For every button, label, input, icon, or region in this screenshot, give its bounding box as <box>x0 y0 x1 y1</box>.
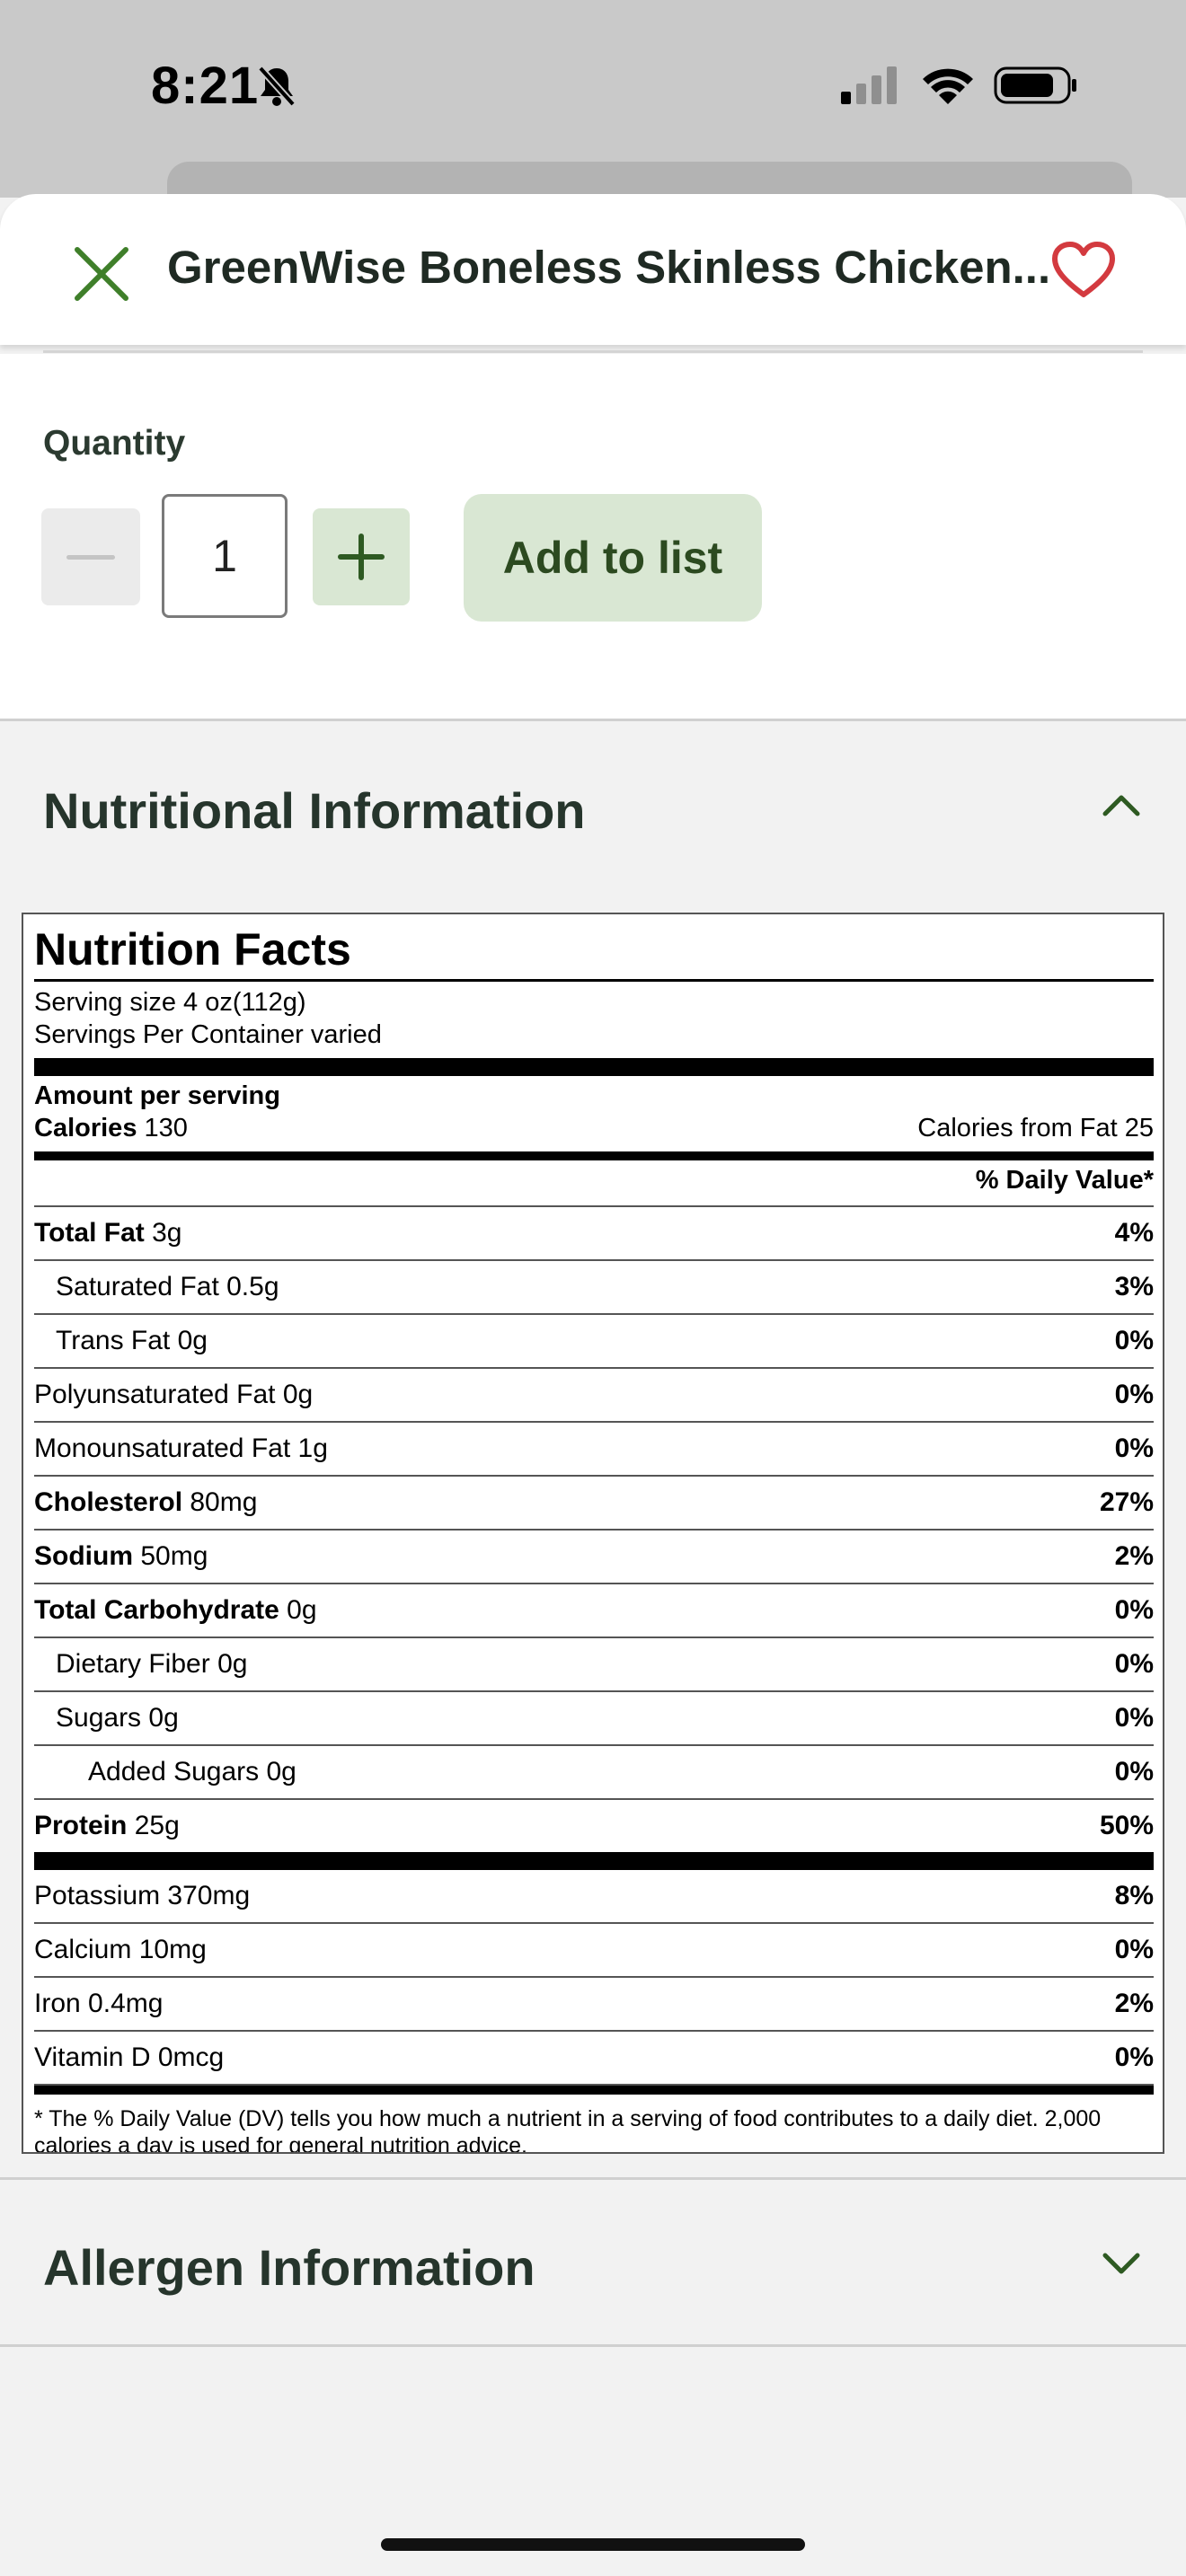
nutrient-row: Potassium 370mg 8% <box>34 1870 1154 1924</box>
nutrient-row: Protein 25g 50% <box>34 1800 1154 1854</box>
servings-per-container: Servings Per Container varied <box>34 1020 382 1049</box>
daily-value-footnote: * The % Daily Value (DV) tells you how m… <box>34 2106 1102 2154</box>
nutrient-daily-value: 27% <box>1099 1487 1154 1517</box>
calories-line: Calories 130 <box>34 1114 188 1142</box>
nutrient-daily-value: 8% <box>1114 1881 1154 1910</box>
close-icon[interactable] <box>72 244 131 304</box>
medium-rule <box>34 1151 1154 1160</box>
nutrient-row: Cholesterol 80mg 27% <box>34 1477 1154 1531</box>
nutrient-daily-value: 0% <box>1114 2042 1154 2072</box>
decrement-button[interactable] <box>41 508 140 605</box>
nutrient-row: Saturated Fat 0.5g 3% <box>34 1261 1154 1315</box>
nutrient-label: Vitamin D 0mcg <box>34 2042 225 2072</box>
nutrient-daily-value: 3% <box>1114 1272 1154 1301</box>
nutrient-label: Protein 25g <box>34 1811 180 1840</box>
minus-icon <box>66 555 115 560</box>
increment-button[interactable] <box>313 508 410 605</box>
favorite-heart-icon[interactable] <box>1051 241 1116 300</box>
medium-rule <box>34 2086 1154 2095</box>
nutrient-daily-value: 4% <box>1114 1218 1154 1248</box>
nutrient-daily-value: 0% <box>1114 1649 1154 1679</box>
nutrient-daily-value: 0% <box>1114 1703 1154 1733</box>
battery-icon <box>994 66 1076 104</box>
nutrient-daily-value: 2% <box>1114 1541 1154 1571</box>
nutrient-daily-value: 50% <box>1099 1811 1154 1840</box>
home-indicator[interactable] <box>381 2538 805 2551</box>
divider <box>0 2177 1186 2180</box>
status-bar: 8:21 <box>0 0 1186 216</box>
nutrient-label: Sugars 0g <box>56 1703 179 1733</box>
quantity-input[interactable]: 1 <box>162 494 288 618</box>
nutrient-label: Iron 0.4mg <box>34 1989 164 2018</box>
nutrient-label: Dietary Fiber 0g <box>56 1649 248 1679</box>
nutrient-daily-value: 0% <box>1114 1935 1154 1964</box>
divider <box>0 2344 1186 2347</box>
product-sheet-header: GreenWise Boneless Skinless Chicken... <box>0 194 1186 345</box>
nutrient-label: Calcium 10mg <box>34 1935 207 1964</box>
nutritional-information-title[interactable]: Nutritional Information <box>43 781 586 840</box>
nutrient-label: Monounsaturated Fat 1g <box>34 1434 328 1463</box>
nutrient-daily-value: 0% <box>1114 1434 1154 1463</box>
nutrition-facts-title: Nutrition Facts <box>34 924 351 975</box>
nutrient-row: Iron 0.4mg 2% <box>34 1978 1154 2032</box>
nutrient-label: Sodium 50mg <box>34 1541 208 1571</box>
allergen-information-title[interactable]: Allergen Information <box>43 2238 535 2297</box>
add-to-list-button[interactable]: Add to list <box>464 494 762 622</box>
nutrient-label: Polyunsaturated Fat 0g <box>34 1380 314 1409</box>
nutrient-label: Total Fat 3g <box>34 1218 182 1248</box>
nutrient-row: Trans Fat 0g 0% <box>34 1315 1154 1369</box>
nutrient-row: Sugars 0g 0% <box>34 1692 1154 1746</box>
nutrition-facts-label: Nutrition Facts Serving size 4 oz(112g) … <box>22 913 1164 2154</box>
rule <box>34 979 1154 982</box>
nutrient-daily-value: 0% <box>1114 1326 1154 1355</box>
nutrient-daily-value: 0% <box>1114 1757 1154 1786</box>
daily-value-header: % Daily Value* <box>975 1166 1154 1195</box>
nutrient-row: Polyunsaturated Fat 0g 0% <box>34 1369 1154 1423</box>
nutrient-label: Saturated Fat 0.5g <box>56 1272 279 1301</box>
silent-bell-icon <box>258 66 296 107</box>
nutrient-label: Total Carbohydrate 0g <box>34 1595 317 1625</box>
cellular-signal-icon <box>841 66 897 104</box>
nutrient-row: Monounsaturated Fat 1g 0% <box>34 1423 1154 1477</box>
calories-from-fat: Calories from Fat 25 <box>917 1114 1154 1142</box>
quantity-section: Quantity 1 Add to list <box>0 354 1186 720</box>
nutrient-row: Total Fat 3g 4% <box>34 1207 1154 1261</box>
nutrient-label: Trans Fat 0g <box>56 1326 208 1355</box>
nutrient-row: Vitamin D 0mcg 0% <box>34 2032 1154 2086</box>
chevron-down-icon[interactable] <box>1102 2250 1141 2277</box>
nutrient-label: Cholesterol 80mg <box>34 1487 258 1517</box>
nutrient-label: Added Sugars 0g <box>88 1757 296 1786</box>
quantity-label: Quantity <box>43 424 186 463</box>
serving-size: Serving size 4 oz(112g) <box>34 988 306 1017</box>
nutrient-row: Calcium 10mg 0% <box>34 1924 1154 1978</box>
divider <box>43 350 1143 353</box>
chevron-up-icon[interactable] <box>1102 790 1141 817</box>
nutrient-row: Total Carbohydrate 0g 0% <box>34 1584 1154 1638</box>
wifi-icon <box>923 68 973 104</box>
product-title: GreenWise Boneless Skinless Chicken... <box>167 242 1051 293</box>
nutrient-daily-value: 0% <box>1114 1595 1154 1625</box>
thick-rule <box>34 1058 1154 1076</box>
nutrient-label: Potassium 370mg <box>34 1881 251 1910</box>
nutrient-row: Sodium 50mg 2% <box>34 1531 1154 1584</box>
amount-per-serving: Amount per serving <box>34 1081 280 1110</box>
status-time: 8:21 <box>151 57 260 115</box>
nutrient-daily-value: 2% <box>1114 1989 1154 2018</box>
thick-rule <box>34 1852 1154 1870</box>
divider <box>0 719 1186 721</box>
nutrient-row: Dietary Fiber 0g 0% <box>34 1638 1154 1692</box>
nutrient-daily-value: 0% <box>1114 1380 1154 1409</box>
nutrient-row: Added Sugars 0g 0% <box>34 1746 1154 1800</box>
